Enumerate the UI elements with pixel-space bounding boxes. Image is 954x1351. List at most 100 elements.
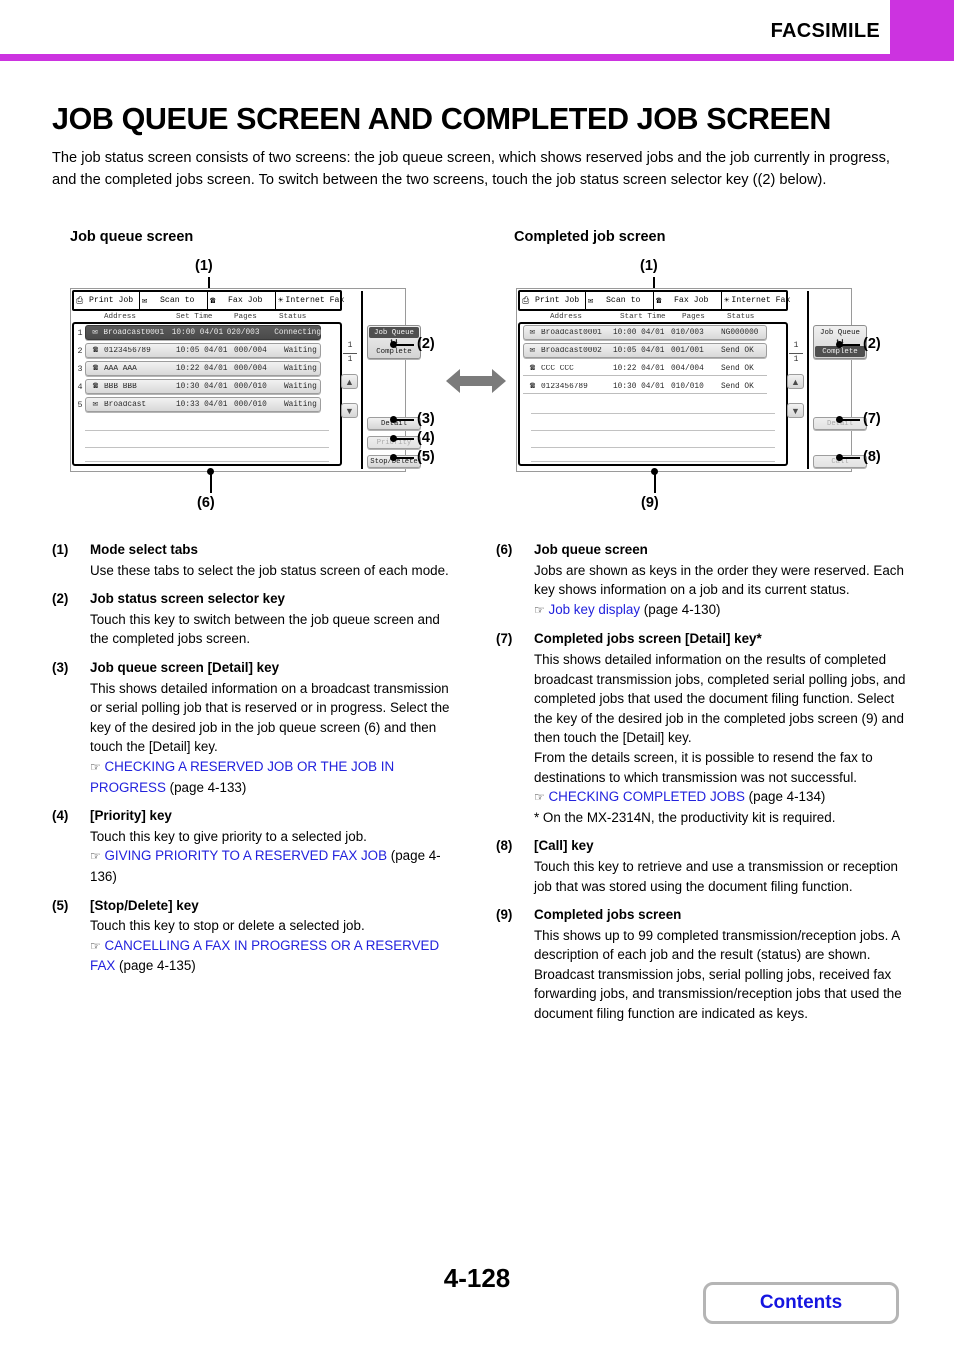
item-number: (2) [52, 591, 69, 607]
job-pages: 000/010 [234, 382, 267, 391]
item-number: (1) [52, 542, 69, 557]
item-text: Touch this key to give priority to a sel… [90, 828, 367, 844]
table-row[interactable]: ✉ Broadcast0002 10:05 04/01 001/001 Send… [521, 343, 767, 358]
description-column-right: (6) Job queue screen Jobs are shown as k… [496, 540, 908, 1033]
list-divider [85, 447, 329, 448]
tab-label: Fax Job [228, 296, 263, 305]
table-row[interactable]: 3 ☎ AAA AAA 10:22 04/01 000/004 Waiting [75, 361, 321, 376]
cross-reference: ☞ CANCELLING A FAX IN PROGRESS OR A RESE… [90, 936, 452, 976]
list-divider [531, 413, 775, 414]
tab-label: Print Job [534, 296, 580, 305]
pointing-hand-icon: ☞ [534, 790, 545, 805]
table-row[interactable]: 5 ✉ Broadcast 10:33 04/01 000/010 Waitin… [75, 397, 321, 412]
pager-divider [343, 353, 357, 354]
tab-label: Fax Job [674, 296, 709, 305]
scroll-up-button[interactable]: ▲ [341, 374, 358, 389]
cross-reference-link[interactable]: CHECKING COMPLETED JOBS [549, 789, 745, 804]
printer-icon: ⎙ [76, 295, 84, 306]
internet-fax-icon: ☀ [724, 295, 730, 306]
job-time: 10:30 04/01 [613, 382, 665, 391]
tab-internet-fax[interactable]: ☀ Internet Fax [722, 292, 790, 309]
cross-reference: ☞ CHECKING A RESERVED JOB OR THE JOB IN … [90, 757, 452, 797]
contents-button[interactable]: Contents [703, 1282, 899, 1324]
item-text: Touch this key to switch between the job… [90, 611, 440, 647]
pointing-hand-icon: ☞ [90, 849, 101, 864]
pager-current: 1 [347, 341, 353, 350]
tab-print-job[interactable]: ⎙ Print Job [520, 292, 586, 309]
callout-leader-2-right [840, 344, 860, 346]
callout-label-5-left: (5) [417, 449, 435, 465]
tab-scan-to[interactable]: ✉ Scan to [140, 292, 208, 309]
cross-reference-link[interactable]: GIVING PRIORITY TO A RESERVED FAX JOB [105, 848, 388, 863]
selector-job-queue-label: Job Queue [369, 327, 419, 338]
item-title: [Call] key [534, 838, 594, 854]
job-time: 10:30 04/01 [176, 382, 228, 391]
cross-reference-link[interactable]: Job key display [549, 602, 641, 617]
description-item-1: (1) Mode select tabs Use these tabs to s… [52, 540, 452, 580]
description-item-6: (6) Job queue screen Jobs are shown as k… [496, 540, 908, 620]
job-status: Waiting [284, 346, 317, 355]
scroll-up-button[interactable]: ▲ [787, 374, 804, 389]
job-pages: 000/004 [234, 364, 267, 373]
scroll-down-button[interactable]: ▼ [341, 403, 358, 418]
tab-print-job[interactable]: ⎙ Print Job [74, 292, 140, 309]
callout-label-8-right: (8) [863, 449, 881, 465]
callout-label-7-right: (7) [863, 411, 881, 427]
description-item-3: (3) Job queue screen [Detail] key This s… [52, 658, 452, 797]
job-time: 10:22 04/01 [176, 364, 228, 373]
completed-jobs-list: ✉ Broadcast0001 10:00 04/01 010/003 NG00… [521, 325, 779, 463]
item-number: (6) [496, 542, 513, 557]
tab-label: Print Job [88, 296, 134, 305]
phone-icon: ☎ [529, 381, 536, 391]
figure-caption-job-queue: Job queue screen [70, 229, 194, 245]
list-divider [531, 430, 775, 431]
item-title: Job status screen selector key [90, 591, 286, 607]
job-row-number: 1 [77, 327, 83, 338]
item-number: (5) [52, 897, 69, 913]
job-pages: 004/004 [671, 364, 704, 373]
description-item-7: (7) Completed jobs screen [Detail] key* … [496, 629, 908, 827]
tab-internet-fax[interactable]: ☀ Internet Fax [276, 292, 344, 309]
tab-fax-job[interactable]: ☎ Fax Job [208, 292, 276, 309]
callout-leader-3-left [394, 419, 414, 421]
item-number: (9) [496, 907, 513, 923]
pointing-hand-icon: ☞ [90, 759, 101, 774]
phone-icon: ☎ [92, 381, 99, 391]
column-header-status: Status [727, 313, 755, 321]
list-divider [531, 461, 775, 462]
scanner-icon: ✉ [588, 295, 594, 306]
description-item-9: (9) Completed jobs screen This shows up … [496, 905, 908, 1024]
job-address: 0123456789 [104, 346, 151, 355]
tab-fax-job[interactable]: ☎ Fax Job [654, 292, 722, 309]
pointing-hand-icon: ☞ [90, 938, 101, 953]
cross-reference: ☞ GIVING PRIORITY TO A RESERVED FAX JOB … [90, 846, 452, 886]
job-address: Broadcast0001 [541, 328, 602, 337]
job-pages: 010/010 [671, 382, 704, 391]
item-title: Job queue screen [534, 542, 648, 557]
table-row[interactable]: 1 ✉ Broadcast0001 10:00 04/01 020/003 Co… [75, 325, 321, 340]
table-row[interactable]: ☎ 0123456789 10:30 04/01 010/010 Send OK [521, 379, 767, 394]
tab-label: Internet Fax [731, 296, 791, 305]
job-address: CCC CCC [541, 364, 574, 373]
table-row[interactable]: ☎ CCC CCC 10:22 04/01 004/004 Send OK [521, 361, 767, 376]
cross-reference-page: (page 4-134) [748, 789, 826, 805]
scroll-down-button[interactable]: ▼ [787, 403, 804, 418]
job-status: Waiting [284, 400, 317, 409]
item-title: [Priority] key [90, 808, 172, 824]
job-row-number: 5 [77, 399, 83, 410]
list-divider [85, 461, 329, 462]
item-title: Completed jobs screen [Detail] key* [534, 631, 762, 647]
contents-button-label: Contents [759, 1292, 843, 1313]
job-address: Broadcast0002 [541, 346, 602, 355]
callout-label-3-left: (3) [417, 411, 435, 427]
table-row[interactable]: ✉ Broadcast0001 10:00 04/01 010/003 NG00… [521, 325, 767, 340]
job-address: BBB BBB [104, 382, 137, 391]
tab-scan-to[interactable]: ✉ Scan to [586, 292, 654, 309]
table-row[interactable]: 4 ☎ BBB BBB 10:30 04/01 000/010 Waiting [75, 379, 321, 394]
table-row[interactable]: 2 ☎ 0123456789 10:05 04/01 000/004 Waiti… [75, 343, 321, 358]
item-text: Touch this key to stop or delete a selec… [90, 918, 365, 934]
cross-reference-page: (page 4-130) [643, 601, 721, 617]
scanner-icon: ✉ [142, 295, 148, 306]
swap-horizontal-icon [446, 369, 506, 393]
job-row-number: 2 [77, 345, 83, 356]
